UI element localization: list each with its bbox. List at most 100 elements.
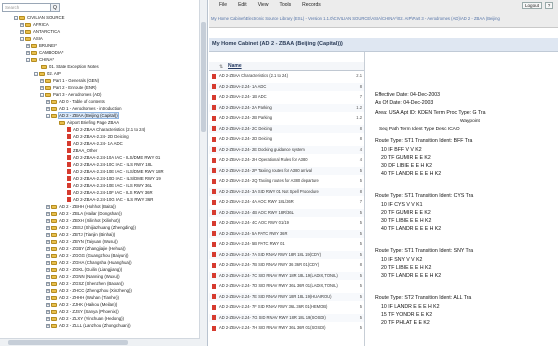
document-name[interactable]: AD 2-ZBAA-2.24- 7A SID RNAV RWY 18R 18L … xyxy=(219,251,321,259)
document-row[interactable]: AD 2-ZBAA-2.24- 2A Parking 1.2 xyxy=(209,103,364,112)
document-name[interactable]: AD 2-ZBAA-2.24- 5B PATC RWY 01 xyxy=(219,240,285,248)
document-row[interactable]: AD 2-ZBAA-2.24- 1A ADC 8 xyxy=(209,82,364,91)
tree-folder-item[interactable]: + AD 2 - ZBTJ (Tianjin (Binhai)) xyxy=(46,231,115,238)
document-name[interactable]: AD 2-ZBAA-2.24- 7E SID RNAV RWY 18R 18L … xyxy=(219,293,331,301)
expand-icon[interactable]: + xyxy=(46,274,50,279)
expand-icon[interactable]: + xyxy=(46,253,50,258)
tree-folder-item[interactable]: + AD 2 - ZBLA (Hailar (Dongshan)) xyxy=(46,210,122,217)
expand-icon[interactable]: + xyxy=(40,78,44,83)
expand-icon[interactable]: + xyxy=(46,232,50,237)
document-name[interactable]: AD 2-ZBAA-2.24- 2D Deicing xyxy=(219,135,272,143)
tree-document-item[interactable]: AD 2-ZBAA-2.24-10E IAC - ILS RWY 36L xyxy=(60,182,152,189)
vertical-scrollbar[interactable] xyxy=(199,0,207,346)
expand-icon[interactable]: + xyxy=(46,323,50,328)
expand-icon[interactable]: + xyxy=(20,22,24,27)
document-row[interactable]: AD 2-ZBAA-2.24- 7C SID RNAV RWY 18R 18L … xyxy=(209,271,364,280)
tree-document-item[interactable]: AD 2-ZBAA-2.24- 1A ADC xyxy=(60,140,123,147)
document-name[interactable]: AD 2-ZBAA-2.24- 2B Parking xyxy=(219,114,272,122)
expand-icon[interactable]: + xyxy=(46,316,50,321)
menu-file[interactable]: File xyxy=(219,2,227,8)
tree-folder-item[interactable]: 01. State Exception Notes xyxy=(34,63,99,70)
tree-folder-item[interactable]: - CHINA* xyxy=(26,56,54,63)
breadcrumb[interactable]: My Home Cabinet\Electronic Source Librar… xyxy=(211,16,500,21)
expand-icon[interactable]: + xyxy=(46,309,50,314)
tree-folder-item[interactable]: + AD 2 - ZGNN (Nanning (Wuxu)) xyxy=(46,273,120,280)
tree-folder-item[interactable]: + ANTARCTICA xyxy=(20,28,60,35)
expand-icon[interactable]: + xyxy=(46,211,50,216)
document-name[interactable]: AD 2-ZBAA-2.24- 2A Parking xyxy=(219,104,272,112)
document-row[interactable]: AD 2-ZBAA-2.24- 2H Operational Rules for… xyxy=(209,156,364,164)
menu-view[interactable]: View xyxy=(258,2,269,8)
document-row[interactable]: AD 2-ZBAA-2.24- 5B PATC RWY 01 5 xyxy=(209,240,364,248)
document-name[interactable]: AD 2-ZBAA-2.24- 7F SID RNAV RWY 36L 36R … xyxy=(219,303,327,311)
document-name[interactable]: AD 2-ZBAA-2.24- 1B ADC xyxy=(219,93,267,101)
document-row[interactable]: AD 2-ZBAA-2.24- 7E SID RNAV RWY 18R 18L … xyxy=(209,292,364,301)
document-name[interactable]: AD 2-ZBAA-2.24- 1A ADC xyxy=(219,83,266,91)
tree-folder-item[interactable]: + CAMBODIA* xyxy=(26,49,64,56)
sort-icon[interactable]: ⇅ xyxy=(219,64,223,70)
name-column-header[interactable]: Name xyxy=(228,63,242,69)
tree-folder-item[interactable]: + AD 2 - ZBHH (Hohhot (Baita)) xyxy=(46,203,116,210)
document-row[interactable]: AD 2-ZBAA-2.24- 2D Deicing 8 xyxy=(209,135,364,143)
expand-icon[interactable]: + xyxy=(46,106,50,111)
menu-records[interactable]: Records xyxy=(302,2,321,8)
tree-folder-item[interactable]: + AD 2 - ZGBY (Zhangjiajie (Hehua)) xyxy=(46,245,126,252)
expand-icon[interactable]: + xyxy=(46,99,50,104)
tree-document-item[interactable]: AD 2-ZBAA-2.24- 2D Deicing xyxy=(60,133,129,140)
tree-folder-item[interactable]: + BRUNEI* xyxy=(26,42,57,49)
document-name[interactable]: AD 2-ZBAA-2.24- 5A PATC RWY 36R xyxy=(219,230,287,238)
expand-icon[interactable]: + xyxy=(46,267,50,272)
tree-document-item[interactable]: AD 2-ZBAA Characteristics (2.1 to 24) xyxy=(60,126,145,133)
expand-icon[interactable]: + xyxy=(26,50,30,55)
document-name[interactable]: AD 2-ZBAA-2.24- 3A SID RWY 01 Not Spell … xyxy=(219,188,319,196)
document-name[interactable]: AD 2-ZBAA-2.24- 4B AOC RWY 18R/36L xyxy=(219,209,294,217)
document-row[interactable]: AD 2-ZBAA-2.24- 1B ADC 7 xyxy=(209,93,364,101)
tree-document-item[interactable]: AD 2-ZBAA-2.24-10D IAC - ILS/DME RWY 19 xyxy=(60,175,161,182)
tree-folder-item[interactable]: + AD 2 - ZHHH (Wuhan (Tianhe)) xyxy=(46,294,119,301)
tree-document-item[interactable]: AD 2-ZBAA-2.24-10G IAC - ILS RWY 36R xyxy=(60,196,153,203)
tree-folder-item[interactable]: + AD 2 - ZGKL (Guilin (Liangjiang)) xyxy=(46,266,122,273)
expand-icon[interactable]: + xyxy=(40,85,44,90)
document-name[interactable]: AD 2-ZBAA-2.24- 7G SID RNAV RWY 18R 18L … xyxy=(219,314,326,322)
search-input[interactable]: Search xyxy=(2,3,52,12)
tree-folder-item[interactable]: + AD 2 - ZJSY (Sanya (Phoenix)) xyxy=(46,308,119,315)
document-name[interactable]: AD 2-ZBAA-2.24- 4A AOC RWY 18L/36R xyxy=(219,198,294,206)
document-row[interactable]: AD 2-ZBAA-2.24- 7F SID RNAV RWY 36L 36R … xyxy=(209,303,364,311)
expand-icon[interactable]: + xyxy=(46,204,50,209)
scrollbar-thumb[interactable] xyxy=(8,340,128,345)
collapse-icon[interactable]: - xyxy=(46,113,50,118)
document-name[interactable]: AD 2-ZBAA-2.24- 7D SID RNAV RWY 36L 36R … xyxy=(219,282,338,290)
document-name[interactable]: AD 2-ZBAA-2.24- 7H SID RNAV RWY 36L 36R … xyxy=(219,324,326,332)
tree-folder-item[interactable]: + AD 0 - Table of contents xyxy=(46,98,105,105)
tree-folder-item[interactable]: - ASIA xyxy=(20,35,43,42)
collapse-icon[interactable]: - xyxy=(14,15,18,20)
horizontal-scrollbar[interactable] xyxy=(0,338,200,346)
document-row[interactable]: AD 2-ZBAA-2.24- 2P Taxiing routes for A3… xyxy=(209,166,364,175)
document-row[interactable]: AD 2-ZBAA-2.24- 2Q Taxiing routes for A3… xyxy=(209,177,364,185)
document-row[interactable]: AD 2-ZBAA-2.24- 7A SID RNAV RWY 18R 18L … xyxy=(209,250,364,259)
document-row[interactable]: AD 2-ZBAA-2.24- 7G SID RNAV RWY 18R 18L … xyxy=(209,313,364,322)
collapse-icon[interactable]: - xyxy=(40,92,44,97)
logout-button[interactable]: Logout xyxy=(521,2,542,9)
scrollbar-thumb[interactable] xyxy=(201,22,206,132)
document-row[interactable]: AD 2-ZBAA-2.24- 3A SID RWY 01 Not Spell … xyxy=(209,187,364,196)
document-row[interactable]: AD 2-ZBAA-2.24- 2B Parking 1.2 xyxy=(209,114,364,122)
tree-folder-item[interactable]: + AFRICA xyxy=(20,21,49,28)
tree-folder-item[interactable]: + AD 2 - ZGGG (Guangzhou (Baiyun)) xyxy=(46,252,129,259)
search-icon[interactable]: Q xyxy=(50,3,60,12)
expand-icon[interactable]: + xyxy=(46,260,50,265)
tree-folder-item[interactable]: + AD 2 - ZBYN (Taiyuan (Wusu)) xyxy=(46,238,118,245)
collapse-icon[interactable]: - xyxy=(34,71,38,76)
expand-icon[interactable]: + xyxy=(20,29,24,34)
document-row[interactable]: AD 2-ZBAA-2.24- 5A PATC RWY 36R 5 xyxy=(209,229,364,238)
help-icon[interactable]: ? xyxy=(545,2,553,9)
document-row[interactable]: AD 2-ZBAA-2.24- 4C AOC RWY 01/19 5 xyxy=(209,219,364,227)
tree-document-item[interactable]: AD 2-ZBAA-2.24-10A IAC - ILS/DME RWY 01 xyxy=(60,154,160,161)
tree-folder-item[interactable]: Airport Briefing Page ZBAA xyxy=(52,119,119,126)
document-name[interactable]: AD 2-ZBAA-2.24- 7C SID RNAV RWY 18R 18L … xyxy=(219,272,338,280)
document-row[interactable]: AD 2-ZBAA-2.24- 7B SID RNAV RWY 36 36R 0… xyxy=(209,261,364,269)
expand-icon[interactable]: + xyxy=(46,218,50,223)
document-row[interactable]: AD 2-ZBAA-2.24- 4A AOC RWY 18L/36R 7 xyxy=(209,198,364,206)
document-name[interactable]: AD 2-ZBAA-2.24- 7B SID RNAV RWY 36 36R 0… xyxy=(219,261,319,269)
document-row[interactable]: AD 2-ZBAA-2.24- 4B AOC RWY 18R/36L 5 xyxy=(209,208,364,217)
